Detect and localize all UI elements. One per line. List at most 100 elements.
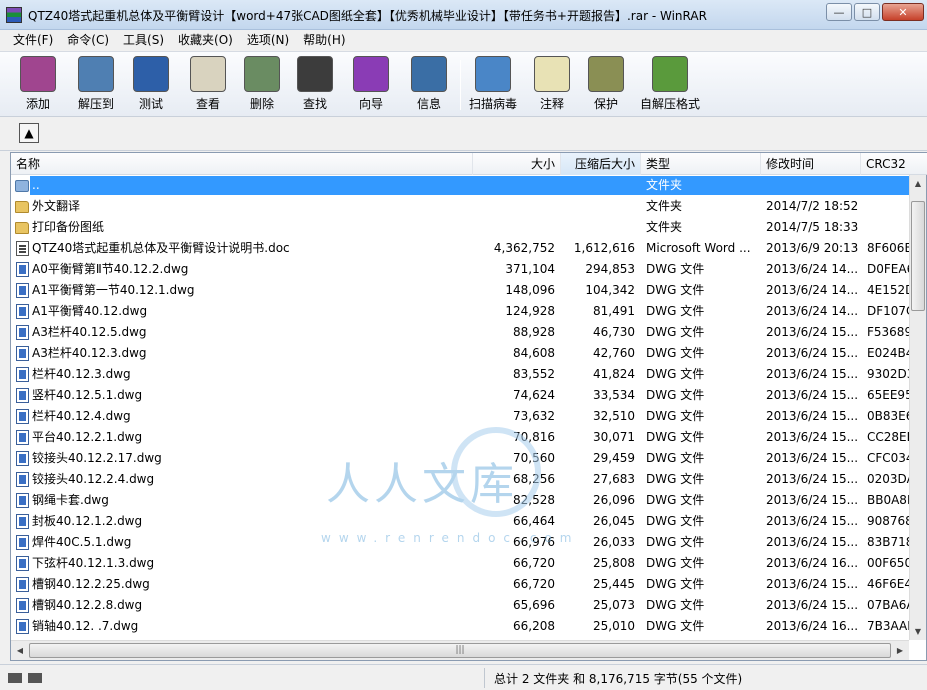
cell-crc: D0FEA6 — [867, 262, 909, 276]
cell-psize: 30,071 — [593, 430, 635, 444]
menu-options[interactable]: 选项(N) — [240, 30, 296, 51]
key-icon[interactable] — [28, 673, 42, 683]
file-rows: .. 文件夹 外文翻译 文件夹 2014/7/2 18:52 打印备份图纸 文件夹 2014/… — [11, 175, 909, 640]
toolbar-button-comment[interactable]: 注释 — [534, 56, 570, 114]
scroll-right-icon[interactable]: ▶ — [892, 643, 908, 659]
file-row[interactable]: 打印备份图纸 文件夹 2014/7/5 18:33 — [11, 217, 909, 238]
up-folder-button[interactable]: ▲ — [19, 123, 39, 143]
menu-tools[interactable]: 工具(S) — [116, 30, 171, 51]
file-row[interactable]: 平台40.12.2.1.dwg 70,816 30,071 DWG 文件 2013/6/… — [11, 427, 909, 448]
cell-crc: 0203DA — [867, 472, 909, 486]
parent-folder-icon — [15, 180, 29, 192]
toolbar-label: 扫描病毒 — [469, 97, 518, 111]
cell-name: 铰接头40.12.2.17.dwg — [32, 451, 162, 465]
cell-date — [766, 175, 861, 196]
horizontal-scrollbar[interactable]: ◀ ||| ▶ — [11, 640, 909, 660]
file-row[interactable]: A0平衡臂第Ⅱ节40.12.2.dwg 371,104 294,853 DWG 文件 2… — [11, 259, 909, 280]
file-row[interactable]: 销轴40.12. .7.dwg 66,208 25,010 DWG 文件 2013/6/… — [11, 616, 909, 637]
file-row[interactable]: A3栏杆40.12.5.dwg 88,928 46,730 DWG 文件 2013/6/… — [11, 322, 909, 343]
toolbar-button-extract-to[interactable]: 解压到 — [78, 56, 114, 114]
toolbar-button-find[interactable]: 查找 — [297, 56, 333, 114]
cell-date: 2013/6/24 15... — [766, 535, 859, 549]
cell-size: 73,632 — [513, 409, 555, 423]
file-row[interactable]: 栏杆40.12.3.dwg 83,552 41,824 DWG 文件 2013/6/24… — [11, 364, 909, 385]
cell-type: DWG 文件 — [646, 304, 705, 318]
cell-name: 封板40.12.1.2.dwg — [32, 514, 143, 528]
dwg-file-icon — [16, 304, 29, 319]
column-name[interactable]: 名称 — [11, 153, 473, 175]
dwg-file-icon — [16, 388, 29, 403]
cell-crc: 07BA6A — [867, 598, 909, 612]
file-row[interactable]: 焊件40C.5.1.dwg 66,976 26,033 DWG 文件 2013/6/24… — [11, 532, 909, 553]
toolbar-label: 保护 — [593, 97, 618, 111]
menu-help[interactable]: 帮助(H) — [296, 30, 352, 51]
toolbar-button-wizard[interactable]: 向导 — [353, 56, 389, 114]
close-button[interactable]: ✕ — [882, 3, 924, 21]
column-size[interactable]: 大小 — [473, 153, 561, 175]
file-row[interactable]: A1平衡臂40.12.dwg 124,928 81,491 DWG 文件 2013/6/… — [11, 301, 909, 322]
toolbar-label: 自解压格式 — [640, 97, 701, 111]
dwg-file-icon — [16, 346, 29, 361]
window-title: QTZ40塔式起重机总体及平衡臂设计【word+47张CAD图纸全套】【优秀机械… — [28, 9, 707, 23]
toolbar-button-test[interactable]: 测试 — [133, 56, 169, 114]
file-row[interactable]: 槽钢40.12.2.8.dwg 65,696 25,073 DWG 文件 2013/6/… — [11, 595, 909, 616]
file-row[interactable]: A3栏杆40.12.3.dwg 84,608 42,760 DWG 文件 2013/6/… — [11, 343, 909, 364]
menu-commands[interactable]: 命令(C) — [60, 30, 116, 51]
sfx-icon — [652, 56, 688, 92]
maximize-button[interactable]: □ — [854, 3, 880, 21]
file-row[interactable]: .. 文件夹 — [11, 175, 909, 196]
horizontal-scroll-thumb[interactable]: ||| — [29, 643, 891, 658]
column-crc32[interactable]: CRC32 — [861, 153, 927, 175]
toolbar-button-scan-virus[interactable]: 扫描病毒 — [469, 56, 517, 114]
cell-psize: 29,459 — [593, 451, 635, 465]
toolbar-button-view[interactable]: 查看 — [190, 56, 226, 114]
cell-name: A0平衡臂第Ⅱ节40.12.2.dwg — [32, 262, 189, 276]
toolbar-label: 解压到 — [78, 97, 115, 111]
minimize-button[interactable]: — — [826, 3, 852, 21]
cell-name: 槽钢40.12.2.8.dwg — [32, 598, 143, 612]
drive-icon[interactable] — [8, 673, 22, 683]
scroll-down-icon[interactable]: ▼ — [910, 623, 926, 640]
file-list: 名称 大小 压缩后大小 类型 修改时间 CRC32 .. 文件夹 外文翻译 文件夹 20… — [10, 152, 927, 661]
file-row[interactable]: 竖杆40.12.5.1.dwg 74,624 33,534 DWG 文件 2013/6/… — [11, 385, 909, 406]
cell-psize: 81,491 — [593, 304, 635, 318]
cell-crc: 908768 — [867, 514, 909, 528]
cell-psize: 26,033 — [593, 535, 635, 549]
file-row[interactable]: A1平衡臂第一节40.12.1.dwg 148,096 104,342 DWG 文件 2… — [11, 280, 909, 301]
column-modified[interactable]: 修改时间 — [761, 153, 861, 175]
toolbar-button-info[interactable]: 信息 — [411, 56, 447, 114]
menu-favorites[interactable]: 收藏夹(O) — [171, 30, 240, 51]
file-row[interactable]: 栏杆40.12.4.dwg 73,632 32,510 DWG 文件 2013/6/24… — [11, 406, 909, 427]
file-row[interactable]: 铰接头40.12.2.17.dwg 70,560 29,459 DWG 文件 2013/… — [11, 448, 909, 469]
toolbar-button-add[interactable]: 添加 — [20, 56, 56, 114]
cell-crc: BB0A8E — [867, 493, 909, 507]
folder-icon — [15, 201, 29, 213]
scroll-left-icon[interactable]: ◀ — [12, 643, 28, 659]
cell-crc: CC28ED — [867, 430, 909, 444]
toolbar-button-protect[interactable]: 保护 — [588, 56, 624, 114]
toolbar-button-sfx[interactable]: 自解压格式 — [640, 56, 700, 114]
column-packed-size[interactable]: 压缩后大小 — [561, 153, 641, 175]
cell-date: 2013/6/24 15... — [766, 346, 859, 360]
file-row[interactable]: 钢绳卡套.dwg 82,528 26,096 DWG 文件 2013/6/24 15..… — [11, 490, 909, 511]
file-row[interactable]: 铰接头40.12.2.4.dwg 68,256 27,683 DWG 文件 2013/6… — [11, 469, 909, 490]
file-row[interactable]: 外文翻译 文件夹 2014/7/2 18:52 — [11, 196, 909, 217]
column-type[interactable]: 类型 — [641, 153, 761, 175]
cell-psize: 25,808 — [593, 556, 635, 570]
cell-size — [473, 196, 555, 217]
vertical-scrollbar[interactable]: ▲ ▼ — [909, 175, 926, 640]
comment-icon — [534, 56, 570, 92]
scroll-up-icon[interactable]: ▲ — [910, 175, 926, 192]
toolbar-button-delete[interactable]: 删除 — [244, 56, 280, 114]
file-row[interactable]: 下弦杆40.12.1.3.dwg 66,720 25,808 DWG 文件 2013/6… — [11, 553, 909, 574]
file-row[interactable]: QTZ40塔式起重机总体及平衡臂设计说明书.doc 4,362,752 1,612,… — [11, 238, 909, 259]
file-row[interactable]: 槽钢40.12.2.25.dwg 66,720 25,445 DWG 文件 2013/6… — [11, 574, 909, 595]
file-row[interactable]: 封板40.12.1.2.dwg 66,464 26,045 DWG 文件 2013/6/… — [11, 511, 909, 532]
cell-size: 65,696 — [513, 598, 555, 612]
cell-psize — [559, 175, 635, 196]
cell-size: 4,362,752 — [493, 241, 555, 255]
vertical-scroll-thumb[interactable] — [911, 201, 925, 311]
toolbar-label: 删除 — [249, 97, 274, 111]
menu-file[interactable]: 文件(F) — [6, 30, 60, 51]
dwg-file-icon — [16, 598, 29, 613]
